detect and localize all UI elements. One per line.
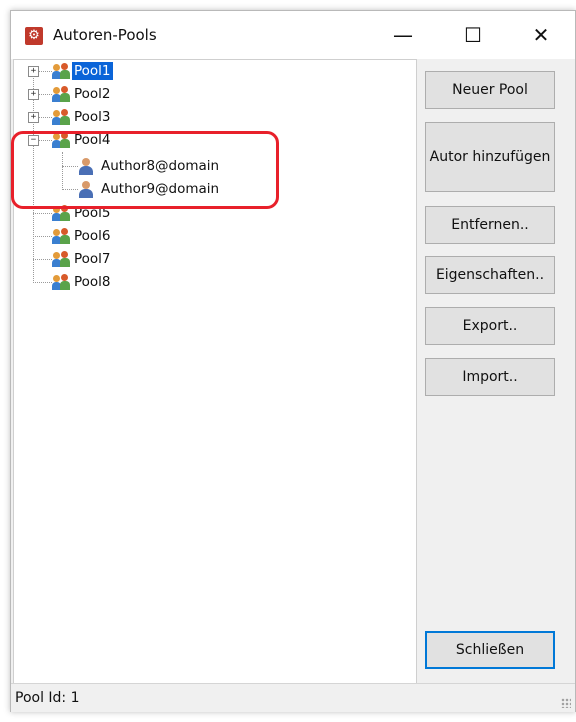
properties-button[interactable]: Eigenschaften..: [425, 256, 555, 294]
expand-toggle[interactable]: +: [28, 66, 39, 77]
tree-connector: [33, 282, 52, 283]
tree-connector: [38, 117, 52, 118]
tree-item-pool1[interactable]: Pool1: [52, 60, 113, 82]
tree-item-label: Pool2: [74, 86, 111, 102]
maximize-button[interactable]: ☐: [449, 11, 497, 59]
tree-connector: [38, 71, 52, 72]
import-button[interactable]: Import..: [425, 358, 555, 396]
app-gear-icon: ⚙: [25, 27, 43, 45]
expand-toggle[interactable]: +: [28, 89, 39, 100]
tree-item-pool8[interactable]: Pool8: [52, 271, 113, 293]
annotation-highlight: [11, 131, 279, 209]
tree-item-label: Pool6: [74, 228, 111, 244]
user-group-icon: [52, 108, 70, 126]
remove-button[interactable]: Entfernen..: [425, 206, 555, 244]
tree-connector: [33, 236, 52, 237]
title-bar: ⚙ Autoren-Pools — ☐ ✕: [11, 11, 575, 59]
status-bar: Pool Id: 1: [11, 683, 575, 712]
new-pool-button[interactable]: Neuer Pool: [425, 71, 555, 109]
user-group-icon: [52, 62, 70, 80]
tree-item-label: Pool8: [74, 274, 111, 290]
user-group-icon: [52, 250, 70, 268]
minimize-button[interactable]: —: [379, 11, 427, 59]
tree-connector: [33, 213, 52, 214]
tree-item-pool7[interactable]: Pool7: [52, 248, 113, 270]
status-pool-id: Pool Id: 1: [15, 690, 80, 706]
tree-item-pool3[interactable]: Pool3: [52, 106, 113, 128]
add-author-button[interactable]: Autor hinzufügen: [425, 122, 555, 192]
window-title: Autoren-Pools: [53, 26, 157, 44]
tree-connector: [38, 94, 52, 95]
expand-toggle[interactable]: +: [28, 112, 39, 123]
autoren-pools-dialog: ⚙ Autoren-Pools — ☐ ✕ + Pool1 + Pool2 + …: [10, 10, 576, 712]
resize-grip-icon[interactable]: [561, 698, 571, 708]
tree-item-pool6[interactable]: Pool6: [52, 225, 113, 247]
tree-item-label: Pool1: [72, 62, 113, 80]
close-button[interactable]: Schließen: [425, 631, 555, 669]
user-group-icon: [52, 85, 70, 103]
tree-connector: [33, 259, 52, 260]
tree-item-label: Pool7: [74, 251, 111, 267]
tree-item-pool2[interactable]: Pool2: [52, 83, 113, 105]
close-window-button[interactable]: ✕: [517, 11, 565, 59]
tree-item-label: Pool3: [74, 109, 111, 125]
user-group-icon: [52, 227, 70, 245]
user-group-icon: [52, 273, 70, 291]
export-button[interactable]: Export..: [425, 307, 555, 345]
